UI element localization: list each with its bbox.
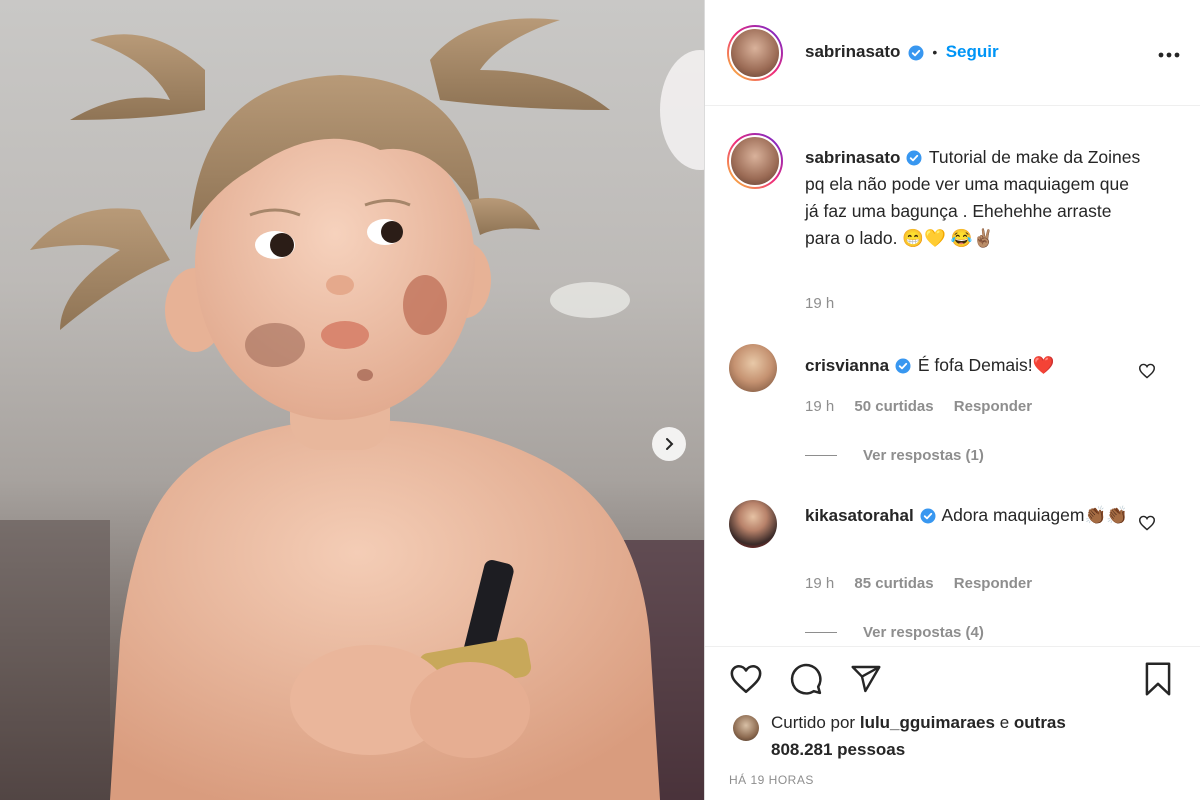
comment-like-heart-icon[interactable] (1138, 515, 1156, 531)
replies-divider (805, 455, 837, 456)
author-line: sabrinasato • Seguir (805, 42, 999, 62)
post-actions: Curtido por lulu_gguimaraes e outras 808… (705, 646, 1200, 800)
reply-button[interactable]: Responder (954, 575, 1032, 592)
comment-meta: 19 h 50 curtidas Responder (805, 398, 1032, 415)
caption: sabrinasato Tutorial de make da Zoines p… (805, 144, 1145, 252)
comment-meta: 19 h 85 curtidas Responder (805, 575, 1032, 592)
caption-time: 19 h (805, 295, 835, 312)
author-avatar[interactable] (727, 25, 783, 81)
liker-avatar[interactable] (733, 715, 759, 741)
more-options-button[interactable] (1158, 40, 1180, 62)
caption-username[interactable]: sabrinasato (805, 148, 900, 167)
separator-dot: • (932, 44, 938, 60)
caption-avatar[interactable] (727, 133, 783, 189)
post-photo (0, 0, 704, 800)
view-replies-button[interactable]: Ver respostas (1) (805, 447, 984, 464)
view-replies-label: Ver respostas (1) (863, 447, 984, 464)
comment-username[interactable]: crisvianna (805, 356, 889, 375)
liked-by: Curtido por lulu_gguimaraes e outras 808… (771, 709, 1111, 763)
liked-by-and: e (999, 713, 1010, 732)
comment-time: 19 h (805, 398, 835, 415)
post-details-panel: sabrinasato • Seguir sabrinasato Tutoria… (704, 0, 1200, 800)
comments-list[interactable]: sabrinasato Tutorial de make da Zoines p… (705, 106, 1200, 646)
liked-by-prefix: Curtido por (771, 713, 856, 732)
verified-badge-icon (920, 508, 936, 524)
post-timestamp[interactable]: HÁ 19 HORAS (729, 773, 814, 787)
verified-badge-icon (908, 45, 924, 61)
chevron-right-icon (666, 438, 674, 450)
comment-avatar[interactable] (729, 344, 777, 392)
bookmark-icon[interactable] (1141, 661, 1175, 697)
comment-avatar[interactable] (729, 500, 777, 548)
comment-time: 19 h (805, 575, 835, 592)
comment-likes[interactable]: 50 curtidas (854, 398, 933, 415)
comment-icon[interactable] (789, 662, 823, 696)
follow-button[interactable]: Seguir (946, 42, 999, 61)
liked-by-user[interactable]: lulu_gguimaraes (860, 713, 995, 732)
post-header: sabrinasato • Seguir (705, 0, 1200, 106)
comment-item: kikasatorahal Adora maquiagem👏🏾👏🏾 (805, 502, 1135, 529)
next-photo-button[interactable] (652, 427, 686, 461)
photo-illustration (0, 18, 704, 800)
comment-like-heart-icon[interactable] (1138, 363, 1156, 379)
comment-likes[interactable]: 85 curtidas (854, 575, 933, 592)
replies-divider (805, 632, 837, 633)
reply-button[interactable]: Responder (954, 398, 1032, 415)
view-replies-label: Ver respostas (4) (863, 624, 984, 641)
comment-text: Adora maquiagem👏🏾👏🏾 (941, 505, 1129, 525)
author-username[interactable]: sabrinasato (805, 42, 900, 61)
comment-item: crisvianna É fofa Demais!❤️ (805, 352, 1135, 379)
verified-badge-icon (895, 358, 911, 374)
heart-icon[interactable] (729, 663, 763, 695)
share-icon[interactable] (849, 663, 883, 695)
comment-text: É fofa Demais!❤️ (917, 355, 1055, 375)
verified-badge-icon (906, 150, 922, 166)
more-horizontal-icon (1158, 52, 1180, 58)
view-replies-button[interactable]: Ver respostas (4) (805, 624, 984, 641)
comment-username[interactable]: kikasatorahal (805, 506, 914, 525)
